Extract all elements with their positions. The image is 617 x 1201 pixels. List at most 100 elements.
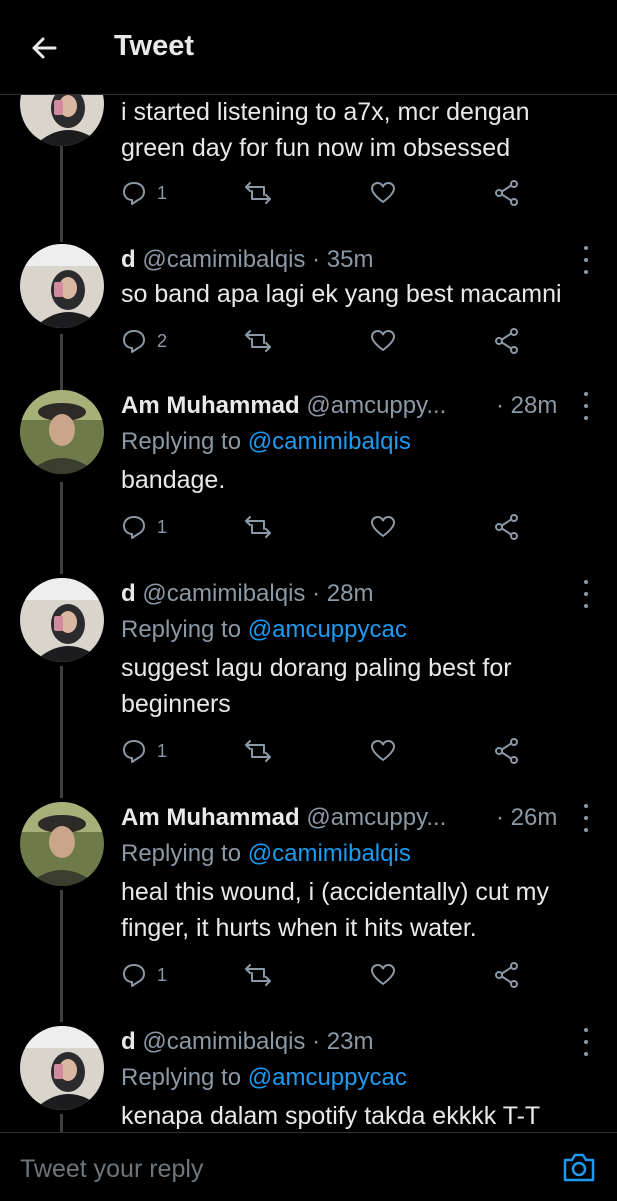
thread-line	[60, 666, 63, 798]
timestamp: · 28m	[312, 580, 374, 607]
thread-line	[60, 482, 63, 574]
reply-input[interactable]: Tweet your reply	[20, 1155, 203, 1184]
like-button[interactable]	[370, 734, 396, 768]
timestamp: · 28m	[496, 392, 558, 419]
thread-line	[60, 1114, 63, 1132]
tweet-text: suggest lagu dorang paling best for begi…	[121, 654, 512, 718]
retweet-button[interactable]	[243, 324, 273, 358]
speech-bubble-icon	[123, 964, 145, 987]
like-button[interactable]	[370, 324, 396, 358]
user-handle[interactable]: @camimibalqis	[142, 580, 305, 607]
user-handle[interactable]: @amcuppy...	[306, 804, 446, 831]
share-button[interactable]	[493, 510, 521, 544]
avatar[interactable]	[20, 578, 104, 662]
conversation-thread: i started listening to a7x, mcr dengan g…	[0, 94, 617, 1132]
more-options-button[interactable]	[578, 804, 594, 832]
mention-link[interactable]: @amcuppycac	[248, 1064, 407, 1091]
reply-count: 1	[157, 964, 168, 985]
avatar[interactable]	[20, 802, 104, 886]
avatar[interactable]	[20, 1026, 104, 1110]
heart-icon	[371, 330, 395, 351]
reply-button[interactable]: 1	[121, 176, 167, 210]
share-icon	[495, 180, 518, 206]
heart-icon	[371, 182, 395, 203]
share-button[interactable]	[493, 734, 521, 768]
thread-line	[60, 334, 63, 390]
tweet-actions: 2	[121, 324, 601, 358]
top-bar: Tweet	[0, 0, 617, 95]
like-button[interactable]	[370, 176, 396, 210]
avatar[interactable]	[20, 390, 104, 474]
heart-icon	[371, 740, 395, 761]
user-handle[interactable]: @camimibalqis	[142, 1028, 305, 1055]
tweet-actions: 1	[121, 176, 601, 210]
avatar[interactable]	[20, 94, 104, 146]
speech-bubble-icon	[123, 516, 145, 539]
reply-button[interactable]: 1	[121, 958, 167, 992]
add-media-button[interactable]	[559, 1147, 599, 1187]
avatar[interactable]	[20, 244, 104, 328]
more-options-button[interactable]	[578, 392, 594, 420]
tweet-text: so band apa lagi ek yang best macamni	[121, 280, 562, 308]
retweet-icon	[245, 516, 271, 538]
retweet-button[interactable]	[243, 510, 273, 544]
reply-count: 1	[157, 740, 168, 761]
more-options-button[interactable]	[578, 580, 594, 608]
user-handle[interactable]: @amcuppy...	[306, 392, 446, 419]
tweet-header: d @camimibalqis · 35m	[121, 246, 373, 274]
replying-to: Replying to @camimibalqis	[121, 840, 411, 867]
camera-icon	[563, 1153, 595, 1182]
timestamp: · 26m	[496, 804, 558, 831]
speech-bubble-icon	[123, 330, 145, 353]
retweet-button[interactable]	[243, 958, 273, 992]
speech-bubble-icon	[123, 182, 145, 205]
share-button[interactable]	[493, 176, 521, 210]
retweet-icon	[245, 182, 271, 204]
tweet-text: i started listening to a7x, mcr dengan g…	[121, 98, 530, 162]
speech-bubble-icon	[123, 740, 145, 763]
more-options-button[interactable]	[578, 246, 594, 274]
tweet-header: Am Muhammad @amcuppy...	[121, 392, 446, 420]
heart-icon	[371, 964, 395, 985]
share-icon	[495, 328, 518, 354]
retweet-button[interactable]	[243, 176, 273, 210]
mention-link[interactable]: @amcuppycac	[248, 616, 407, 643]
display-name[interactable]: d	[121, 1028, 136, 1055]
display-name[interactable]: d	[121, 246, 136, 273]
timestamp: · 35m	[312, 246, 374, 273]
replying-to: Replying to @camimibalqis	[121, 428, 411, 455]
display-name[interactable]: Am Muhammad	[121, 804, 300, 831]
tweet-header: d @camimibalqis · 23m	[121, 1028, 373, 1056]
share-icon	[495, 514, 518, 540]
more-options-button[interactable]	[578, 1028, 594, 1056]
reply-count: 1	[157, 182, 168, 203]
retweet-icon	[245, 964, 271, 986]
reply-composer[interactable]: Tweet your reply	[0, 1132, 617, 1201]
tweet-actions: 1	[121, 510, 601, 544]
share-icon	[495, 962, 518, 988]
user-handle[interactable]: @camimibalqis	[142, 246, 305, 273]
share-button[interactable]	[493, 958, 521, 992]
share-icon	[495, 738, 518, 764]
replying-to: Replying to @amcuppycac	[121, 616, 407, 643]
reply-button[interactable]: 2	[121, 324, 167, 358]
tweet-text: heal this wound, i (accidentally) cut my…	[121, 878, 549, 942]
mention-link[interactable]: @camimibalqis	[248, 428, 411, 455]
replying-to: Replying to @amcuppycac	[121, 1064, 407, 1091]
reply-button[interactable]: 1	[121, 734, 167, 768]
share-button[interactable]	[493, 324, 521, 358]
like-button[interactable]	[370, 958, 396, 992]
back-button[interactable]	[26, 30, 62, 66]
page-title: Tweet	[114, 30, 195, 62]
like-button[interactable]	[370, 510, 396, 544]
timestamp: · 23m	[312, 1028, 374, 1055]
display-name[interactable]: d	[121, 580, 136, 607]
thread-line	[60, 146, 63, 242]
tweet-actions: 1	[121, 734, 601, 768]
display-name[interactable]: Am Muhammad	[121, 392, 300, 419]
mention-link[interactable]: @camimibalqis	[248, 840, 411, 867]
retweet-icon	[245, 330, 271, 352]
retweet-icon	[245, 740, 271, 762]
retweet-button[interactable]	[243, 734, 273, 768]
reply-button[interactable]: 1	[121, 510, 167, 544]
